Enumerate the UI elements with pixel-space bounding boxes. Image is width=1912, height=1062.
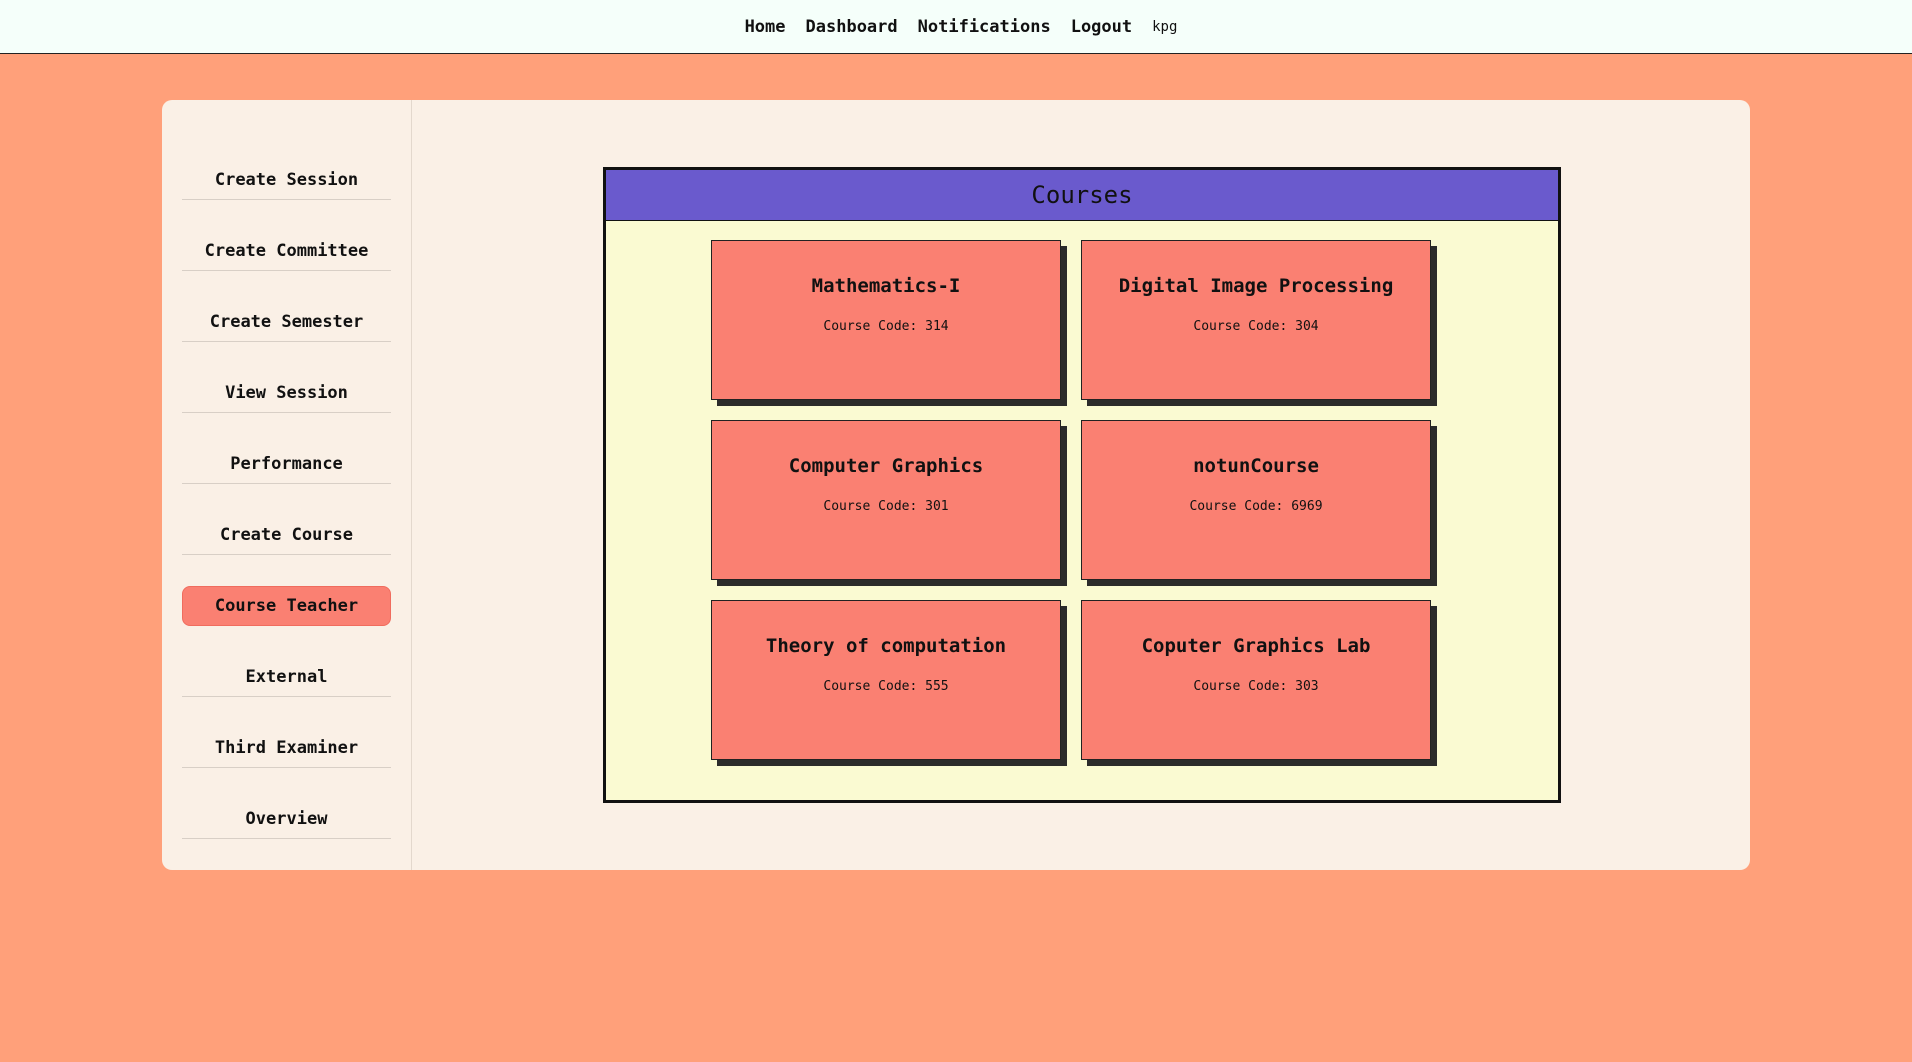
course-card[interactable]: Computer Graphics Course Code: 301	[711, 420, 1061, 580]
course-name: Theory of computation	[765, 635, 1007, 657]
courses-container: Courses Mathematics-I Course Code: 314 D…	[603, 167, 1561, 803]
sidebar-item-create-session[interactable]: Create Session	[182, 160, 391, 200]
course-card[interactable]: Coputer Graphics Lab Course Code: 303	[1081, 600, 1431, 760]
sidebar-item-performance[interactable]: Performance	[182, 444, 391, 484]
course-name: Mathematics-I	[811, 275, 961, 297]
courses-title: Courses	[606, 170, 1558, 221]
course-card[interactable]: Theory of computation Course Code: 555	[711, 600, 1061, 760]
current-user-name: kpg	[1152, 18, 1178, 35]
course-name: Computer Graphics	[788, 455, 984, 477]
sidebar-item-create-committee[interactable]: Create Committee	[182, 231, 391, 271]
sidebar-item-overview[interactable]: Overview	[182, 799, 391, 839]
sidebar: Create Session Create Committee Create S…	[162, 100, 412, 870]
course-name: Digital Image Processing	[1118, 275, 1394, 297]
nav-dashboard-link[interactable]: Dashboard	[806, 17, 898, 37]
top-navbar: Home Dashboard Notifications Logout kpg	[0, 0, 1912, 54]
sidebar-item-external[interactable]: External	[182, 657, 391, 697]
course-code: Course Code: 301	[823, 499, 949, 514]
main-panel: Create Session Create Committee Create S…	[162, 100, 1750, 870]
course-code: Course Code: 314	[823, 319, 949, 334]
course-code: Course Code: 555	[823, 679, 949, 694]
nav-home-link[interactable]: Home	[745, 17, 786, 37]
course-code: Course Code: 6969	[1189, 499, 1323, 514]
nav-logout-link[interactable]: Logout	[1071, 17, 1132, 37]
course-card[interactable]: notunCourse Course Code: 6969	[1081, 420, 1431, 580]
sidebar-item-create-semester[interactable]: Create Semester	[182, 302, 391, 342]
course-code: Course Code: 304	[1193, 319, 1319, 334]
sidebar-item-view-session[interactable]: View Session	[182, 373, 391, 413]
course-name: notunCourse	[1193, 455, 1319, 477]
nav-notifications-link[interactable]: Notifications	[918, 17, 1051, 37]
course-name: Coputer Graphics Lab	[1141, 635, 1371, 657]
sidebar-item-course-teacher[interactable]: Course Teacher	[182, 586, 391, 626]
course-code: Course Code: 303	[1193, 679, 1319, 694]
sidebar-item-create-course[interactable]: Create Course	[182, 515, 391, 555]
course-card[interactable]: Mathematics-I Course Code: 314	[711, 240, 1061, 400]
sidebar-item-third-examiner[interactable]: Third Examiner	[182, 728, 391, 768]
course-card[interactable]: Digital Image Processing Course Code: 30…	[1081, 240, 1431, 400]
